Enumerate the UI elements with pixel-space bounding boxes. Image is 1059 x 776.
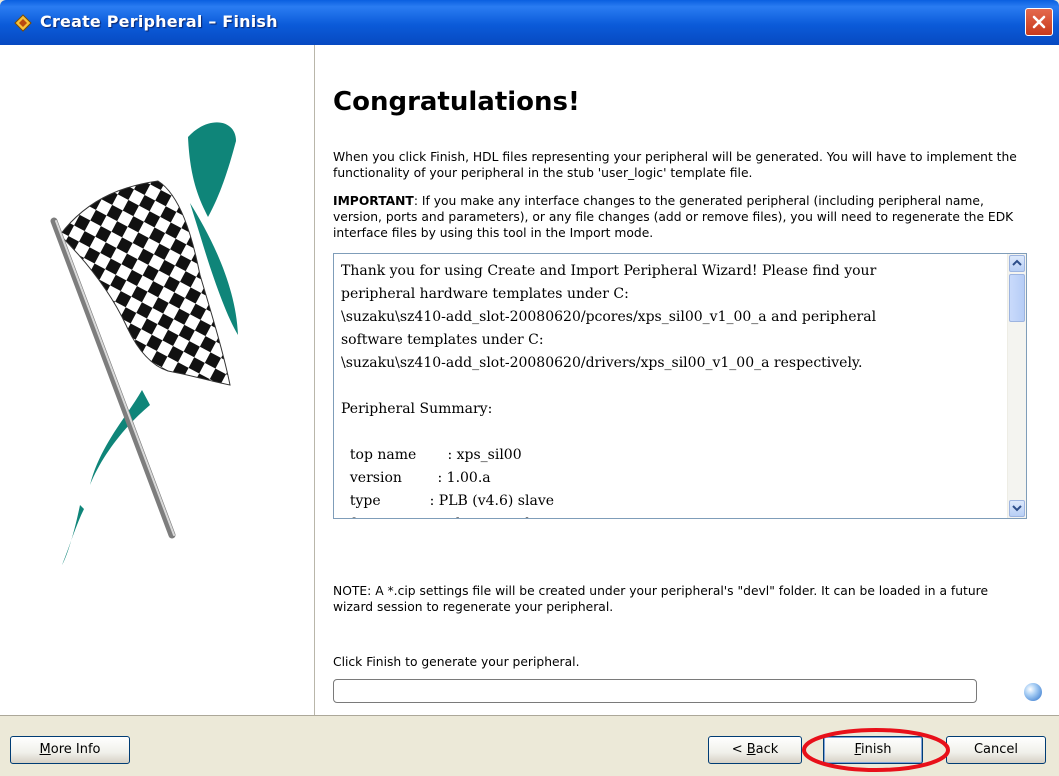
summary-line	[341, 421, 1011, 444]
important-text: : If you make any interface changes to t…	[333, 194, 1014, 240]
summary-line: Peripheral Summary:	[341, 401, 493, 417]
note-text: NOTE: A *.cip settings file will be crea…	[333, 584, 989, 614]
finish-label: inish	[861, 742, 892, 757]
more-info-mnemonic: M	[39, 742, 51, 757]
summary-line: type : PLB (v4.6) slave	[341, 493, 555, 509]
cancel-label: Cancel	[973, 742, 1019, 757]
panel-divider	[314, 45, 315, 715]
progress-bar	[333, 679, 977, 703]
intro-text: When you click Finish, HDL files represe…	[333, 150, 1017, 180]
close-icon	[1032, 15, 1046, 29]
back-button[interactable]: < Back	[708, 736, 802, 764]
wizard-side-panel	[10, 45, 313, 715]
page-heading: Congratulations!	[333, 87, 580, 117]
summary-line: top name : xps_sil00	[341, 447, 522, 463]
more-info-button[interactable]: More Info	[10, 736, 130, 764]
scroll-up-button[interactable]	[1009, 255, 1025, 272]
summary-line	[341, 375, 1011, 398]
more-info-label: ore Info	[50, 742, 101, 757]
close-button[interactable]	[1025, 8, 1053, 36]
back-arrow: <	[731, 742, 747, 757]
wizard-window: Create Peripheral – Finish Congratulatio…	[0, 0, 1059, 776]
title-bar[interactable]: Create Peripheral – Finish	[0, 0, 1059, 45]
checkered-flag-image	[50, 122, 238, 565]
scroll-thumb[interactable]	[1009, 274, 1025, 322]
summary-line: \suzaku\sz410-add_slot-20080620/drivers/…	[341, 355, 863, 371]
summary-line: software templates under C:	[341, 332, 544, 348]
summary-line: version : 1.00.a	[341, 470, 491, 486]
scroll-down-button[interactable]	[1009, 500, 1025, 517]
vertical-scrollbar[interactable]	[1007, 254, 1026, 518]
back-mnemonic: B	[746, 742, 756, 757]
summary-content: Thank you for using Create and Import Pe…	[341, 260, 1011, 518]
back-label: ack	[755, 742, 779, 757]
click-finish-prompt: Click Finish to generate your peripheral…	[333, 655, 580, 669]
summary-line: Thank you for using Create and Import Pe…	[341, 263, 877, 279]
window-title: Create Peripheral – Finish	[40, 12, 278, 31]
summary-line: \suzaku\sz410-add_slot-20080620/pcores/x…	[341, 309, 877, 325]
finish-button[interactable]: Finish	[823, 736, 923, 764]
chevron-up-icon	[1012, 259, 1022, 266]
client-area: Congratulations! When you click Finish, …	[0, 45, 1059, 715]
button-bar: More Info < Back Finish Cancel	[0, 716, 1059, 776]
cancel-button[interactable]: Cancel	[946, 736, 1046, 764]
summary-line: peripheral hardware templates under C:	[341, 286, 629, 302]
important-label: IMPORTANT	[333, 194, 414, 208]
summary-text-area[interactable]: Thank you for using Create and Import Pe…	[333, 253, 1027, 519]
chevron-down-icon	[1012, 505, 1022, 512]
app-icon	[14, 14, 32, 32]
important-notice: IMPORTANT: If you make any interface cha…	[333, 193, 1023, 241]
summary-line: features : slave attachment	[341, 513, 1011, 518]
progress-globe-icon	[1024, 683, 1042, 701]
